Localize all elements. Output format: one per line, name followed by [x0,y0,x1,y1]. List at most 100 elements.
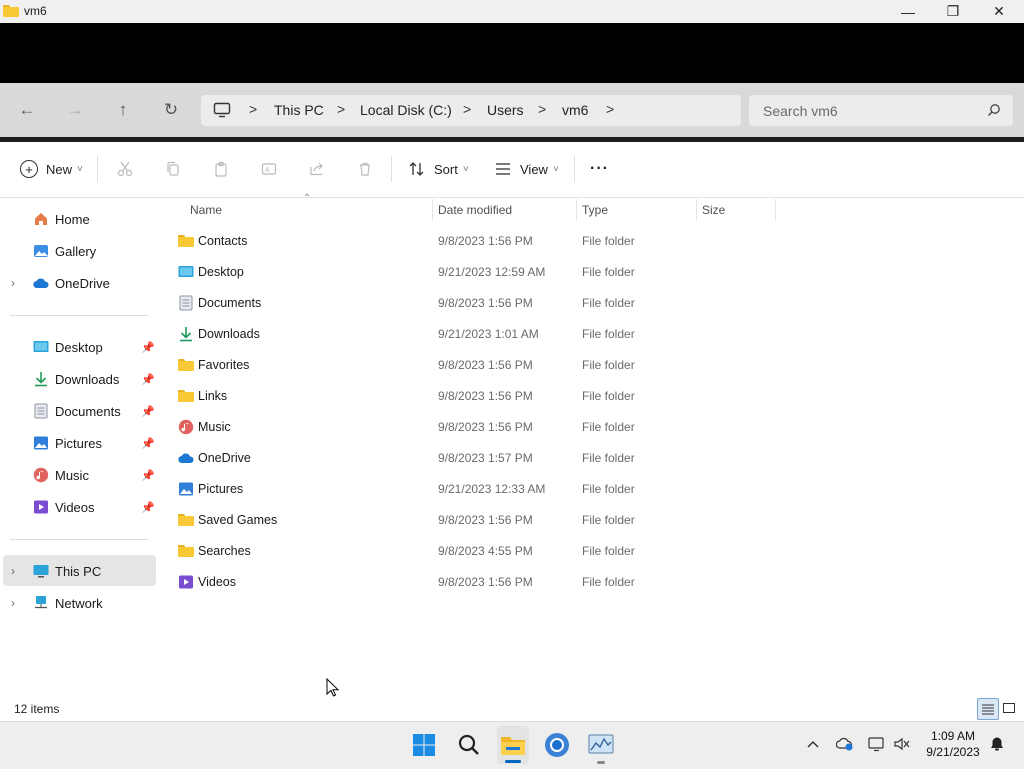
breadcrumb-local-disk[interactable]: Local Disk (C:) [360,102,452,118]
pin-icon[interactable]: 📌 [141,437,155,450]
file-row[interactable]: Desktop 9/21/2023 12:59 AM File folder [170,257,770,288]
column-divider[interactable] [576,199,577,221]
maximize-button[interactable]: ❐ [930,0,976,23]
sidebar-divider [10,315,148,316]
sidebar-item-onedrive[interactable]: › OneDrive [0,269,157,297]
file-type: File folder [582,327,635,341]
file-type: File folder [582,451,635,465]
folder-icon [178,357,194,373]
sidebar-item-documents[interactable]: Documents 📌 [0,397,157,425]
file-row[interactable]: Music 9/8/2023 1:56 PM File folder [170,412,770,443]
search-icon[interactable] [454,730,484,760]
back-button[interactable]: ← [15,98,39,122]
file-row[interactable]: Documents 9/8/2023 1:56 PM File folder [170,288,770,319]
notification-bell-icon[interactable] [987,734,1007,754]
file-row[interactable]: Saved Games 9/8/2023 1:56 PM File folder [170,505,770,536]
file-row[interactable]: Downloads 9/21/2023 1:01 AM File folder [170,319,770,350]
tiles-view-button[interactable] [999,698,1019,718]
chevron-up-icon[interactable] [803,734,823,754]
file-row[interactable]: Searches 9/8/2023 4:55 PM File folder [170,536,770,567]
resource-monitor-icon[interactable] [586,730,616,760]
pin-icon[interactable]: 📌 [141,373,155,386]
sidebar-item-videos[interactable]: Videos 📌 [0,493,157,521]
column-header-name[interactable]: Name [190,203,222,217]
file-name: Downloads [198,327,260,341]
view-button[interactable]: View ˅ [495,158,559,180]
gallery-icon [33,243,49,259]
network-status-icon[interactable] [867,734,887,754]
paste-icon[interactable] [210,159,232,179]
details-view-button[interactable] [977,698,999,720]
cut-icon[interactable] [114,159,136,179]
breadcrumb-users[interactable]: Users [487,102,524,118]
sort-button[interactable]: Sort ˅ [408,158,469,180]
column-header-size[interactable]: Size [702,203,725,217]
sidebar-item-gallery[interactable]: Gallery [0,237,157,265]
folder-icon [178,512,194,528]
item-count: 12 items [14,702,60,716]
sidebar-item-desktop[interactable]: Desktop 📌 [0,333,157,361]
network-icon [33,595,49,611]
new-button[interactable]: + New ˅ [20,158,83,180]
clock-date: 9/21/2023 [926,745,980,759]
sidebar-item-downloads[interactable]: Downloads 📌 [0,365,157,393]
sidebar-divider [10,539,148,540]
search-placeholder[interactable]: Search vm6 [763,103,838,119]
music-icon [178,419,194,435]
file-row[interactable]: OneDrive 9/8/2023 1:57 PM File folder [170,443,770,474]
pictures-icon [178,481,194,497]
folder-icon [178,233,194,249]
volume-muted-icon[interactable] [892,734,912,754]
column-divider[interactable] [775,199,776,221]
sidebar-item-this-pc[interactable]: › This PC [0,557,157,585]
pin-icon[interactable]: 📌 [141,501,155,514]
file-explorer-icon[interactable] [498,730,528,760]
copy-icon[interactable] [162,159,184,179]
pin-icon[interactable]: 📌 [141,405,155,418]
breadcrumb-this-pc[interactable]: This PC [274,102,324,118]
rename-icon[interactable]: A [258,159,280,179]
download-icon [33,371,49,387]
file-date: 9/8/2023 1:56 PM [438,389,533,403]
clock-time: 1:09 AM [930,729,976,743]
refresh-button[interactable]: ↻ [159,98,183,122]
chevron-right-icon[interactable]: › [11,596,15,610]
up-button[interactable]: ↑ [111,98,135,122]
file-row[interactable]: Pictures 9/21/2023 12:33 AM File folder [170,474,770,505]
onedrive-status-icon[interactable] [835,734,855,754]
file-name: Saved Games [198,513,278,527]
sidebar-item-music[interactable]: Music 📌 [0,461,157,489]
column-divider[interactable] [696,199,697,221]
delete-icon[interactable] [354,159,376,179]
close-button[interactable]: ✕ [976,0,1022,23]
documents-icon [33,403,49,419]
column-divider[interactable] [432,199,433,221]
file-row[interactable]: Contacts 9/8/2023 1:56 PM File folder [170,226,770,257]
sidebar-item-home[interactable]: Home [0,205,157,233]
pin-icon[interactable]: 📌 [141,341,155,354]
column-header-type[interactable]: Type [582,203,608,217]
chevron-right-icon[interactable]: › [11,276,15,290]
clock[interactable]: 1:09 AM 9/21/2023 [922,728,984,760]
sidebar-item-pictures[interactable]: Pictures 📌 [0,429,157,457]
sidebar-item-network[interactable]: › Network [0,589,157,617]
breadcrumb-separator[interactable]: > [606,101,614,117]
chevron-down-icon: ˅ [552,163,559,175]
more-options-button[interactable]: ··· [590,158,609,180]
folder-icon [178,388,194,404]
file-row[interactable]: Videos 9/8/2023 1:56 PM File folder [170,567,770,598]
minimize-button[interactable]: — [885,0,931,23]
file-row[interactable]: Links 9/8/2023 1:56 PM File folder [170,381,770,412]
breadcrumb-vm6[interactable]: vm6 [562,102,588,118]
start-icon[interactable] [409,730,439,760]
search-box[interactable]: Search vm6 [749,95,1013,126]
chevron-right-icon[interactable]: › [11,564,15,578]
window-title: vm6 [24,4,47,18]
pin-icon[interactable]: 📌 [141,469,155,482]
column-header-date[interactable]: Date modified [438,203,512,217]
forward-button[interactable]: → [63,98,87,122]
file-row[interactable]: Favorites 9/8/2023 1:56 PM File folder [170,350,770,381]
chrome-icon[interactable] [542,730,572,760]
share-icon[interactable] [306,159,328,179]
file-type: File folder [582,420,635,434]
